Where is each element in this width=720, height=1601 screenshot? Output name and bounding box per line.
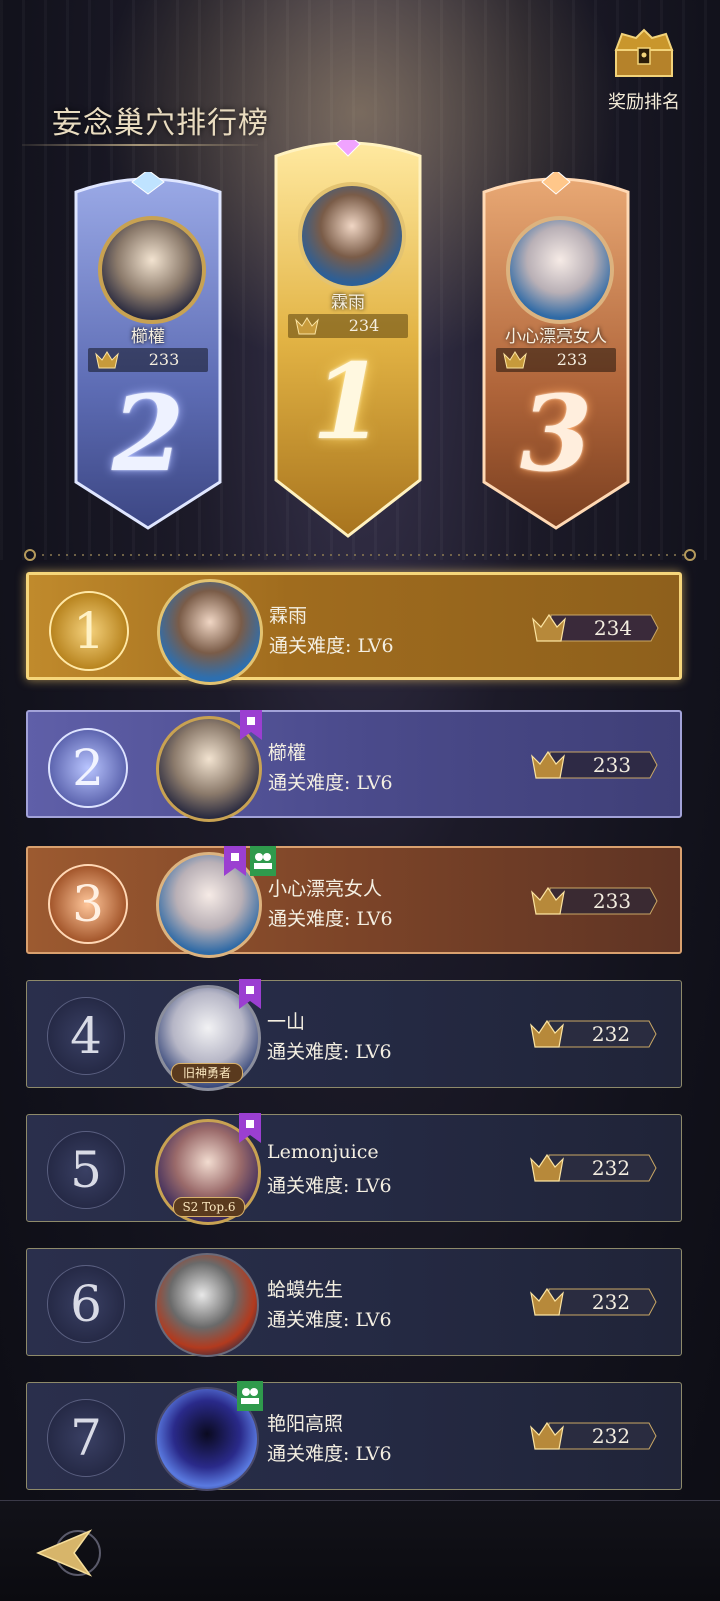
player-score: 233	[592, 753, 632, 777]
player-avatar	[156, 852, 262, 958]
bookmark-tag-icon	[224, 846, 246, 876]
player-difficulty: 通关难度: LV6	[267, 1443, 392, 1465]
crest-icon	[95, 351, 119, 369]
score-box: 232	[529, 1153, 657, 1183]
rank-number: 3	[48, 864, 128, 944]
podium-first-scorebar: 234	[288, 314, 408, 338]
podium-first-avatar	[298, 182, 406, 290]
player-difficulty: 通关难度: LV6	[268, 908, 393, 930]
rank-row-7[interactable]: 7 艳阳高照 通关难度: LV6 232	[26, 1381, 682, 1491]
crest-icon	[295, 317, 319, 335]
treasure-chest-icon	[614, 28, 674, 77]
rank-number: 5	[47, 1131, 125, 1209]
podium-second-score: 233	[148, 350, 180, 369]
bottom-bar	[0, 1500, 720, 1601]
score-box: 233	[530, 750, 658, 780]
podium-second-name: 櫛權	[131, 327, 165, 347]
player-avatar	[157, 579, 263, 685]
player-name: 艳阳高照	[267, 1413, 344, 1435]
avatar-caption: 旧神勇者	[171, 1063, 243, 1083]
player-score: 232	[591, 1156, 631, 1180]
section-divider	[24, 549, 696, 561]
rank-number: 4	[47, 997, 125, 1075]
friend-tag-icon	[250, 846, 276, 876]
podium-third-scorebar: 233	[496, 348, 616, 372]
score-box: 232	[529, 1019, 657, 1049]
avatar-caption: S2 Top.6	[173, 1197, 245, 1217]
back-arrow-icon[interactable]	[34, 1523, 104, 1583]
score-box: 233	[530, 886, 658, 916]
player-score: 232	[591, 1290, 631, 1314]
crest-icon	[503, 351, 527, 369]
podium-second[interactable]: 櫛權 233 2	[72, 172, 224, 532]
player-difficulty: 通关难度: LV6	[269, 635, 394, 657]
podium-second-scorebar: 233	[88, 348, 208, 372]
player-name: 小心漂亮女人	[268, 878, 383, 900]
player-score: 234	[593, 616, 633, 640]
podium-third-avatar	[506, 216, 614, 324]
player-score: 232	[591, 1022, 631, 1046]
player-name: 櫛權	[268, 742, 307, 764]
podium-first-number: 1	[311, 340, 385, 463]
rank-row-4[interactable]: 4 旧神勇者 一山 通关难度: LV6 232	[26, 979, 682, 1091]
score-box: 232	[529, 1287, 657, 1317]
player-difficulty: 通关难度: LV6	[267, 1309, 392, 1331]
podium-second-avatar	[98, 216, 206, 324]
rank-number: 1	[49, 591, 129, 671]
podium-first-name: 霖雨	[331, 293, 365, 313]
bookmark-tag-icon	[239, 979, 261, 1009]
player-difficulty: 通关难度: LV6	[267, 1041, 392, 1063]
rank-row-5[interactable]: 5 S2 Top.6 Lemonjuice 通关难度: LV6 232	[26, 1113, 682, 1225]
rank-number: 6	[47, 1265, 125, 1343]
rank-number: 7	[47, 1399, 125, 1477]
friend-tag-icon	[237, 1381, 263, 1411]
player-score: 232	[591, 1424, 631, 1448]
rank-row-6[interactable]: 6 蛤蟆先生 通关难度: LV6 232	[26, 1248, 682, 1357]
podium-third-number: 3	[519, 372, 593, 495]
player-avatar	[155, 1253, 259, 1357]
rank-number: 2	[48, 728, 128, 808]
podium-third-score: 233	[556, 350, 588, 369]
podium-third[interactable]: 小心漂亮女人 233 3	[480, 172, 632, 532]
rank-row-2[interactable]: 2 櫛權 通关难度: LV6 233	[26, 710, 682, 822]
rank-row-3[interactable]: 3 小心漂亮女人 通关难度: LV6 233	[26, 846, 682, 958]
page-title: 妄念巢穴排行榜	[52, 106, 269, 141]
podium-first[interactable]: 霖雨 234 1	[272, 140, 424, 540]
score-box: 234	[531, 613, 659, 643]
player-difficulty: 通关难度: LV6	[268, 772, 393, 794]
score-box: 232	[529, 1421, 657, 1451]
title-underline	[22, 144, 258, 146]
player-difficulty: 通关难度: LV6	[267, 1175, 392, 1197]
podium-first-score: 234	[348, 316, 380, 335]
bookmark-tag-icon	[239, 1113, 261, 1143]
podium-second-number: 2	[111, 372, 185, 495]
podium-third-name: 小心漂亮女人	[505, 327, 607, 347]
player-score: 233	[592, 889, 632, 913]
player-name: Lemonjuice	[267, 1141, 379, 1163]
player-name: 蛤蟆先生	[267, 1279, 344, 1301]
reward-ranking-button[interactable]: 奖励排名	[598, 28, 690, 113]
reward-ranking-label: 奖励排名	[608, 92, 680, 113]
player-name: 一山	[267, 1011, 306, 1033]
rank-row-1[interactable]: 1 霖雨 通关难度: LV6 234	[26, 572, 682, 685]
bookmark-tag-icon	[240, 710, 262, 740]
player-name: 霖雨	[269, 605, 308, 627]
